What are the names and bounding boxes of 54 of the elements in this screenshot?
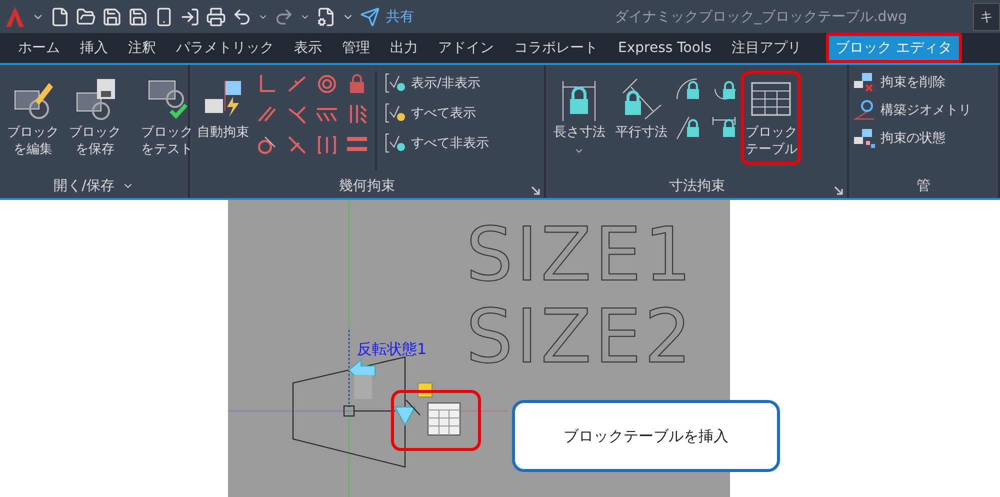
ribbon-tab[interactable]: 注目アプリ [722, 33, 812, 63]
drawing-text: SIZE2 [466, 300, 694, 374]
ribbon-list-button[interactable]: 拘束の状態 [852, 127, 972, 149]
properties-icon[interactable] [316, 6, 336, 26]
undo-icon[interactable] [232, 6, 252, 26]
save-as-icon[interactable] [128, 6, 148, 26]
panel-title: 管 [916, 177, 931, 195]
app-logo-icon [4, 6, 26, 28]
ribbon-list-button[interactable]: 表示/非表示 [383, 71, 489, 95]
window-title: ダイナミックブロック_ブロックテーブル.dwg [613, 8, 908, 26]
ribbon-tab[interactable]: アドイン [428, 33, 504, 63]
ribbon-tab[interactable]: 表示 [284, 33, 332, 63]
ribbon-button[interactable]: ブロック を保存 [65, 71, 125, 165]
launcher-icon[interactable] [834, 186, 844, 195]
ribbon-tab[interactable]: コラボレート [504, 33, 608, 63]
import-icon[interactable] [180, 6, 200, 26]
ribbon-tab[interactable]: 挿入 [70, 33, 118, 63]
ribbon-tab[interactable]: 出力 [380, 33, 428, 63]
ribbon-tab[interactable]: ブロック エディタ [826, 33, 962, 63]
ribbon-tab[interactable]: ホーム [8, 33, 70, 63]
visibility-toggle-icon [383, 71, 407, 95]
ribbon-list-button[interactable]: 構築ジオメトリ [852, 99, 972, 121]
ribbon-list-button[interactable]: 拘束を削除 [852, 71, 972, 93]
parameter-label: 反転状態1 [357, 340, 427, 359]
constraint-icon [315, 73, 339, 95]
construction-geometry-icon [852, 99, 876, 121]
save-icon[interactable] [102, 6, 122, 26]
print-icon[interactable] [206, 6, 226, 26]
ribbon-button[interactable]: ブロック を編集 [3, 71, 63, 165]
panel-title: 寸法拘束 [668, 177, 725, 195]
search-field[interactable]: キ [973, 2, 1000, 30]
redo-icon[interactable] [274, 6, 294, 26]
panel-title: 幾何拘束 [339, 177, 396, 195]
panel-title: 開く/保存 [54, 177, 114, 195]
ribbon-tab[interactable]: パラメトリック [166, 33, 284, 63]
ribbon-tab[interactable]: 注釈 [118, 33, 166, 63]
constraint-icon [315, 133, 339, 155]
ribbon-button[interactable]: ブロック テーブル [741, 71, 802, 165]
new-file-icon[interactable] [50, 6, 70, 26]
ribbon-button[interactable]: 長さ寸法 [549, 71, 610, 162]
drawing-text: SIZE1 [466, 218, 694, 292]
visibility-toggle-icon [383, 131, 407, 155]
open-folder-icon[interactable] [76, 6, 96, 26]
ribbon-list-button[interactable]: すべて非表示 [383, 131, 489, 155]
callout-text: ブロックテーブルを挿入 [512, 400, 780, 472]
launcher-icon[interactable] [531, 186, 540, 195]
share-link[interactable]: 共有 [386, 8, 414, 26]
ribbon-list-button[interactable]: すべて表示 [383, 101, 489, 125]
send-icon[interactable] [360, 6, 380, 26]
constraint-status-icon [852, 127, 876, 149]
ribbon-button[interactable]: 平行寸法 [611, 71, 672, 148]
visibility-toggle-icon [383, 101, 407, 125]
ribbon-tab[interactable]: 管理 [332, 33, 380, 63]
ribbon-tab[interactable]: Express Tools [608, 33, 722, 63]
